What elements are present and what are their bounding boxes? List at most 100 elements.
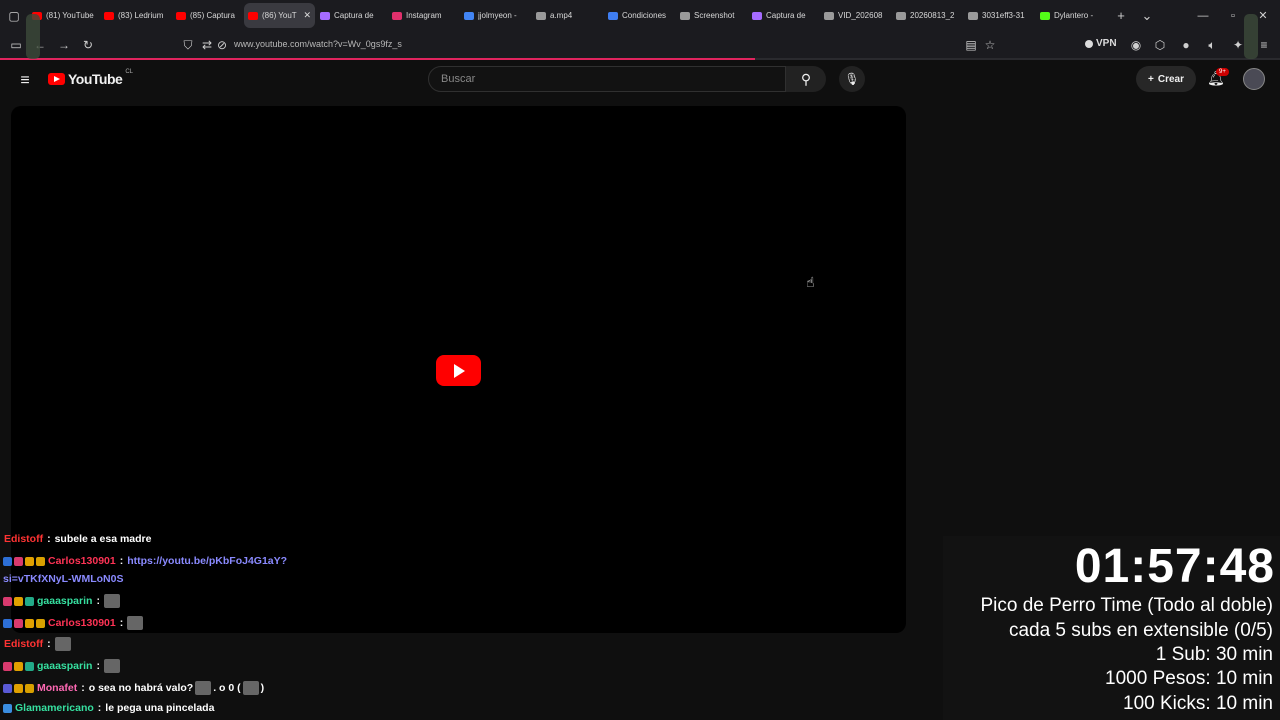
tab-favicon-icon xyxy=(896,11,906,20)
vpn-label: VPN xyxy=(1096,38,1117,49)
chat-badge-icon xyxy=(36,556,45,566)
chat-message: Carlos130901: https://youtu.be/pKbFoJ4G1a… xyxy=(3,555,287,567)
browser-tab[interactable]: (86) YouT ✕ xyxy=(244,3,315,28)
chat-message: Glamamericano: le pega una pincelada xyxy=(3,702,214,714)
url-field[interactable]: www.youtube.com/watch?v=Wv_0gs9fz_s xyxy=(234,39,402,49)
tab-favicon-icon xyxy=(680,11,690,20)
chat-badge-icon xyxy=(14,661,23,671)
tab-favicon-icon xyxy=(536,11,546,20)
browser-tab-bar: ▢ (81) YouTube (83) Ledrium (85) Captura (8… xyxy=(0,0,1280,31)
create-button[interactable]: + Crear xyxy=(1136,66,1196,92)
play-button[interactable] xyxy=(436,355,481,386)
search-input[interactable] xyxy=(439,72,773,86)
youtube-logo[interactable]: YouTube CL xyxy=(48,69,133,87)
chat-badge-icon xyxy=(3,703,12,713)
dancing-character-overlay xyxy=(26,14,40,59)
vpn-status-icon xyxy=(1085,39,1093,48)
browser-tab[interactable]: jjolmyeon - xyxy=(460,3,531,28)
chat-separator: : xyxy=(96,595,100,607)
search-box[interactable] xyxy=(428,66,786,92)
chat-link[interactable]: https://youtu.be/pKbFoJ4G1aY? xyxy=(127,555,287,567)
tab-favicon-icon xyxy=(968,11,978,20)
chat-username: Monafet xyxy=(37,682,78,694)
browser-tab[interactable]: Captura de xyxy=(316,3,387,28)
browser-tab[interactable]: (85) Captura xyxy=(172,3,243,28)
voice-search-button[interactable]: 🎙︎ xyxy=(839,66,865,92)
youtube-play-logo-icon xyxy=(48,73,65,85)
bookmark-star-icon[interactable]: ☆ xyxy=(978,31,1002,59)
close-tab-icon[interactable]: ✕ xyxy=(303,10,311,21)
chat-badge-icon xyxy=(3,661,12,671)
tab-favicon-icon xyxy=(608,11,618,20)
browser-tab[interactable]: Instagram xyxy=(388,3,459,28)
browser-tab[interactable]: 3031eff3-31 xyxy=(964,3,1035,28)
tab-label: jjolmyeon - xyxy=(478,11,517,20)
tab-favicon-icon xyxy=(824,11,834,20)
chat-message: gaaasparin: xyxy=(3,594,120,608)
tab-favicon-icon xyxy=(1040,11,1050,20)
tab-label: VID_202608 xyxy=(838,11,883,20)
vpn-button[interactable]: VPN xyxy=(1085,38,1117,49)
tab-label: Screenshot xyxy=(694,11,735,20)
chat-separator: : xyxy=(97,702,102,714)
subathon-timer: 01:57:48 xyxy=(1074,540,1275,593)
tab-label: 3031eff3-31 xyxy=(982,11,1025,20)
chat-link-continuation[interactable]: si=vTKfXNyL-WMLoN0S xyxy=(3,573,123,585)
tabs-list: (81) YouTube (83) Ledrium (85) Captura (86)… xyxy=(28,3,1108,28)
chat-username: gaaasparin xyxy=(37,595,93,607)
tab-label: Captura de xyxy=(766,11,806,20)
browser-tab[interactable]: Dylantero - xyxy=(1036,3,1107,28)
chat-badge-icon xyxy=(25,683,34,693)
avatar[interactable] xyxy=(1243,68,1265,90)
chat-separator: : xyxy=(96,660,100,672)
extensions-icon[interactable]: ⬡ xyxy=(1148,31,1172,59)
chat-text: o sea no habrá valo? xyxy=(88,682,194,694)
chat-badge-icon xyxy=(14,618,23,628)
chat-username: Carlos130901 xyxy=(48,617,116,629)
browser-tab[interactable]: (83) Ledrium xyxy=(100,3,171,28)
tracking-protection-icon[interactable]: ⊘ xyxy=(210,31,234,59)
browser-tab[interactable]: 20260813_2 xyxy=(892,3,963,28)
tab-list-chevron-icon[interactable]: ⌄ xyxy=(1134,3,1160,28)
chat-emote-icon xyxy=(127,616,144,630)
chat-username: Edistoff xyxy=(4,638,44,650)
chat-text: le pega una pincelada xyxy=(105,702,215,714)
timer-rule-line: 1 Sub: 30 min xyxy=(1155,644,1273,665)
new-tab-icon[interactable]: + xyxy=(1108,3,1134,28)
chat-badge-icon xyxy=(3,556,12,566)
chat-badge-icon xyxy=(3,683,12,693)
account-icon[interactable]: ◉ xyxy=(1124,31,1148,59)
tab-favicon-icon xyxy=(464,11,474,20)
chat-username: Glamamericano xyxy=(15,702,94,714)
forward-icon[interactable]: → xyxy=(52,31,76,59)
country-code: CL xyxy=(125,69,133,75)
browser-tab[interactable]: Condiciones xyxy=(604,3,675,28)
timer-rule-line: Pico de Perro Time (Todo al doble) xyxy=(980,595,1273,616)
sidebar-toggle-icon[interactable]: ▭ xyxy=(4,31,28,59)
guide-menu-icon[interactable]: ≡ xyxy=(14,70,36,92)
audio-icon[interactable]: 🔈︎ xyxy=(1200,31,1224,59)
plus-icon: + xyxy=(1148,73,1154,85)
tab-label: Condiciones xyxy=(622,11,667,20)
extension-badge-icon[interactable]: ● xyxy=(1174,31,1198,59)
tab-label: a.mp4 xyxy=(550,11,573,20)
browser-tab[interactable]: a.mp4 xyxy=(532,3,603,28)
tab-label: (81) YouTube xyxy=(46,11,94,20)
workspaces-icon[interactable]: ▢ xyxy=(0,0,28,31)
chat-emote-icon xyxy=(103,594,120,608)
browser-tab[interactable]: VID_202608 xyxy=(820,3,891,28)
browser-tab[interactable]: Screenshot xyxy=(676,3,747,28)
chat-badge-icon xyxy=(25,618,34,628)
chat-emote-icon xyxy=(195,681,212,695)
chat-badge-icon xyxy=(14,596,23,606)
reload-icon[interactable]: ↻ xyxy=(76,31,100,59)
chat-separator: : xyxy=(47,533,51,545)
chat-badge-icon xyxy=(25,661,34,671)
chat-badge-icon xyxy=(25,596,34,606)
chat-text: subele a esa madre xyxy=(54,533,152,545)
browser-tab[interactable]: Captura de xyxy=(748,3,819,28)
chat-badge-icon xyxy=(36,618,45,628)
search-button[interactable]: ⚲ xyxy=(786,66,826,92)
minimize-icon[interactable]: — xyxy=(1188,0,1218,31)
tab-label: Instagram xyxy=(406,11,442,20)
